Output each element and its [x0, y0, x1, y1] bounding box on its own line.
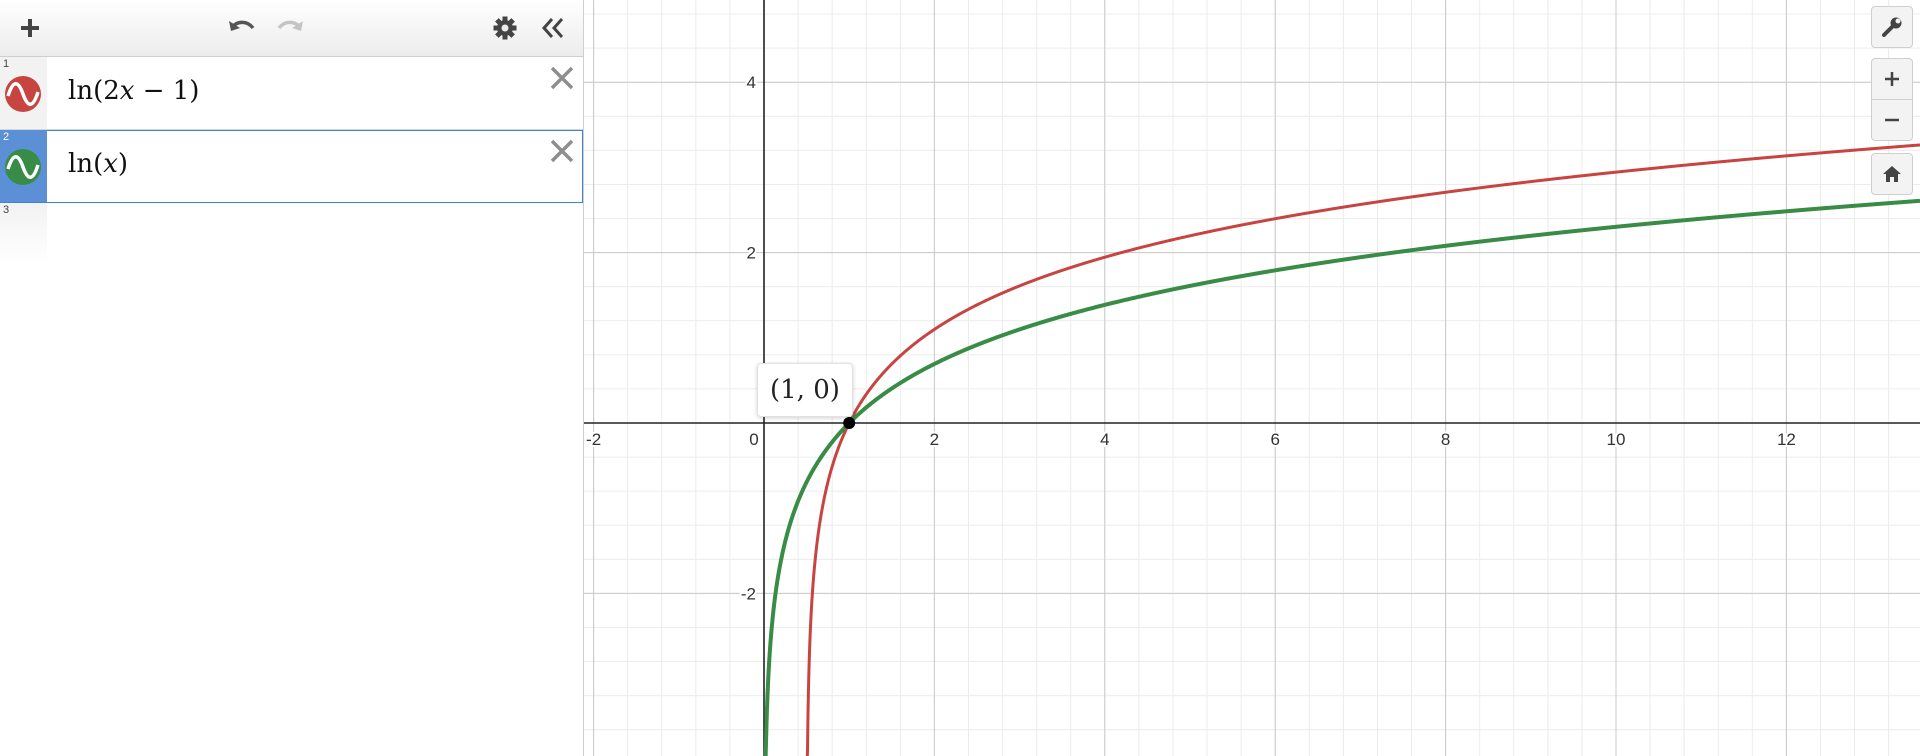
tick-labels: -2 0 2 4 6 8 10 12 4 2 -2	[584, 71, 1798, 605]
x-tick-label: 4	[1100, 430, 1109, 449]
curve-ln-x	[763, 198, 1920, 756]
expression-row[interactable]: 1 ln(2x − 1)	[0, 57, 583, 130]
math-paren: )	[189, 76, 200, 106]
y-tick-label: 4	[747, 73, 756, 92]
plus-icon	[21, 19, 39, 37]
undo-button[interactable]	[224, 10, 260, 46]
expression-toolbar	[0, 0, 583, 57]
x-tick-label: 2	[930, 430, 939, 449]
x-tick-label: 6	[1270, 430, 1279, 449]
x-tick-label: -2	[586, 430, 601, 449]
x-tick-label: 12	[1777, 430, 1796, 449]
double-chevron-left-icon	[541, 18, 564, 38]
math-operator: − 1	[134, 76, 190, 106]
point-coordinate-label[interactable]: (1, 0)	[757, 363, 853, 417]
wrench-icon	[1882, 17, 1902, 37]
graph-visibility-icon[interactable]	[4, 148, 42, 186]
curve-ln-2x-minus-1	[805, 143, 1920, 756]
plus-icon	[1885, 72, 1899, 86]
expression-number: 3	[3, 204, 10, 216]
math-paren: (	[93, 76, 104, 106]
default-viewport-button[interactable]	[1871, 153, 1913, 195]
y-tick-label: 2	[747, 244, 756, 263]
expression-gutter: 3	[0, 203, 47, 263]
delete-expression-icon[interactable]	[547, 63, 577, 93]
math-number: 2	[103, 76, 120, 106]
minus-icon	[1885, 118, 1899, 122]
home-icon	[1883, 166, 1901, 182]
expression-number: 1	[3, 58, 10, 70]
zoom-in-button[interactable]	[1871, 58, 1913, 100]
x-tick-label: 0	[749, 430, 758, 449]
expression-math[interactable]: ln(2x − 1)	[68, 76, 199, 106]
add-expression-button[interactable]	[12, 10, 48, 46]
math-paren: )	[117, 149, 129, 179]
expression-row[interactable]: 2 ln(x)	[0, 130, 583, 203]
math-paren: (	[93, 149, 104, 179]
zoom-out-button[interactable]	[1871, 99, 1913, 141]
math-function: ln	[68, 76, 94, 106]
math-variable: x	[103, 149, 118, 179]
expression-gutter: 2	[0, 130, 47, 202]
expression-number: 2	[3, 131, 10, 143]
redo-icon	[277, 20, 303, 31]
x-tick-label: 8	[1441, 430, 1450, 449]
undo-icon	[229, 20, 255, 31]
settings-button[interactable]	[487, 10, 523, 46]
intersection-point[interactable]	[843, 417, 856, 429]
math-function: ln	[68, 149, 94, 179]
gear-icon	[493, 16, 517, 40]
expression-math[interactable]: ln(x)	[68, 149, 128, 179]
graph-settings-button[interactable]	[1871, 6, 1913, 48]
y-tick-label: -2	[741, 584, 756, 603]
expression-list: 1 ln(2x − 1) 2 ln(x) 3	[0, 57, 583, 263]
collapse-panel-button[interactable]	[535, 10, 571, 46]
delete-expression-icon[interactable]	[547, 136, 577, 166]
expression-gutter: 1	[0, 57, 47, 129]
x-tick-label: 10	[1607, 430, 1626, 449]
curves	[763, 143, 1920, 756]
math-variable: x	[119, 76, 135, 106]
expression-panel: 1 ln(2x − 1) 2 ln(x) 3	[0, 0, 584, 756]
points[interactable]	[843, 417, 856, 429]
new-expression-row[interactable]: 3	[0, 203, 583, 263]
graph-visibility-icon[interactable]	[4, 75, 42, 113]
redo-button[interactable]	[272, 10, 308, 46]
